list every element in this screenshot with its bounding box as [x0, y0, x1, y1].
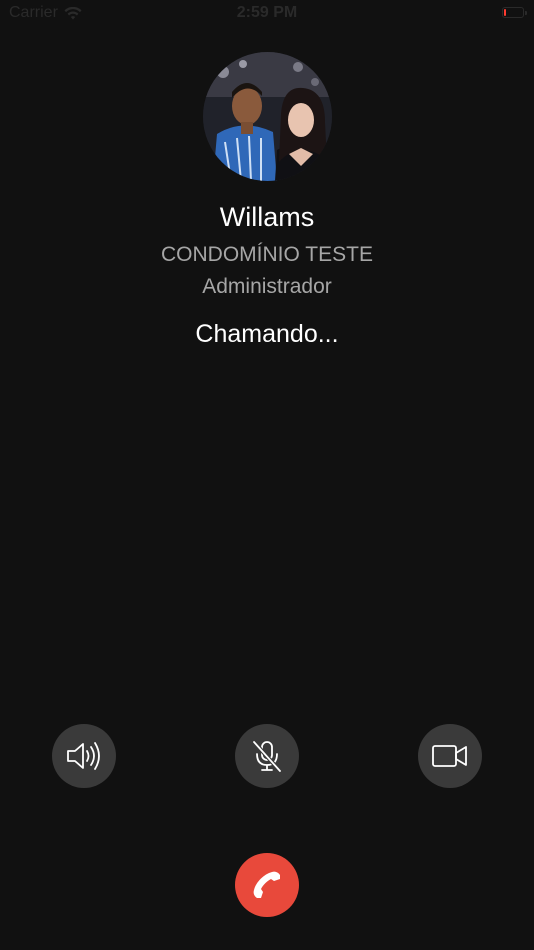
mute-button[interactable] [235, 724, 299, 788]
caller-photo [203, 52, 332, 181]
status-time: 2:59 PM [236, 4, 298, 21]
end-call-button[interactable] [235, 853, 299, 917]
video-button[interactable] [418, 724, 482, 788]
battery-icon [502, 7, 527, 18]
caller-role: Administrador [202, 275, 332, 298]
speaker-button[interactable] [52, 724, 116, 788]
speaker-icon [67, 742, 100, 770]
caller-avatar [203, 52, 332, 181]
call-status: Chamando... [195, 320, 339, 348]
video-camera-icon [432, 745, 467, 767]
caller-name: Willams [219, 202, 315, 232]
phone-hangup-icon [253, 871, 280, 898]
status-bar: Carrier 2:59 PM [0, 0, 534, 28]
microphone-muted-icon [252, 740, 282, 773]
caller-organization: CONDOMÍNIO TESTE [161, 243, 373, 266]
battery-level [504, 9, 506, 16]
